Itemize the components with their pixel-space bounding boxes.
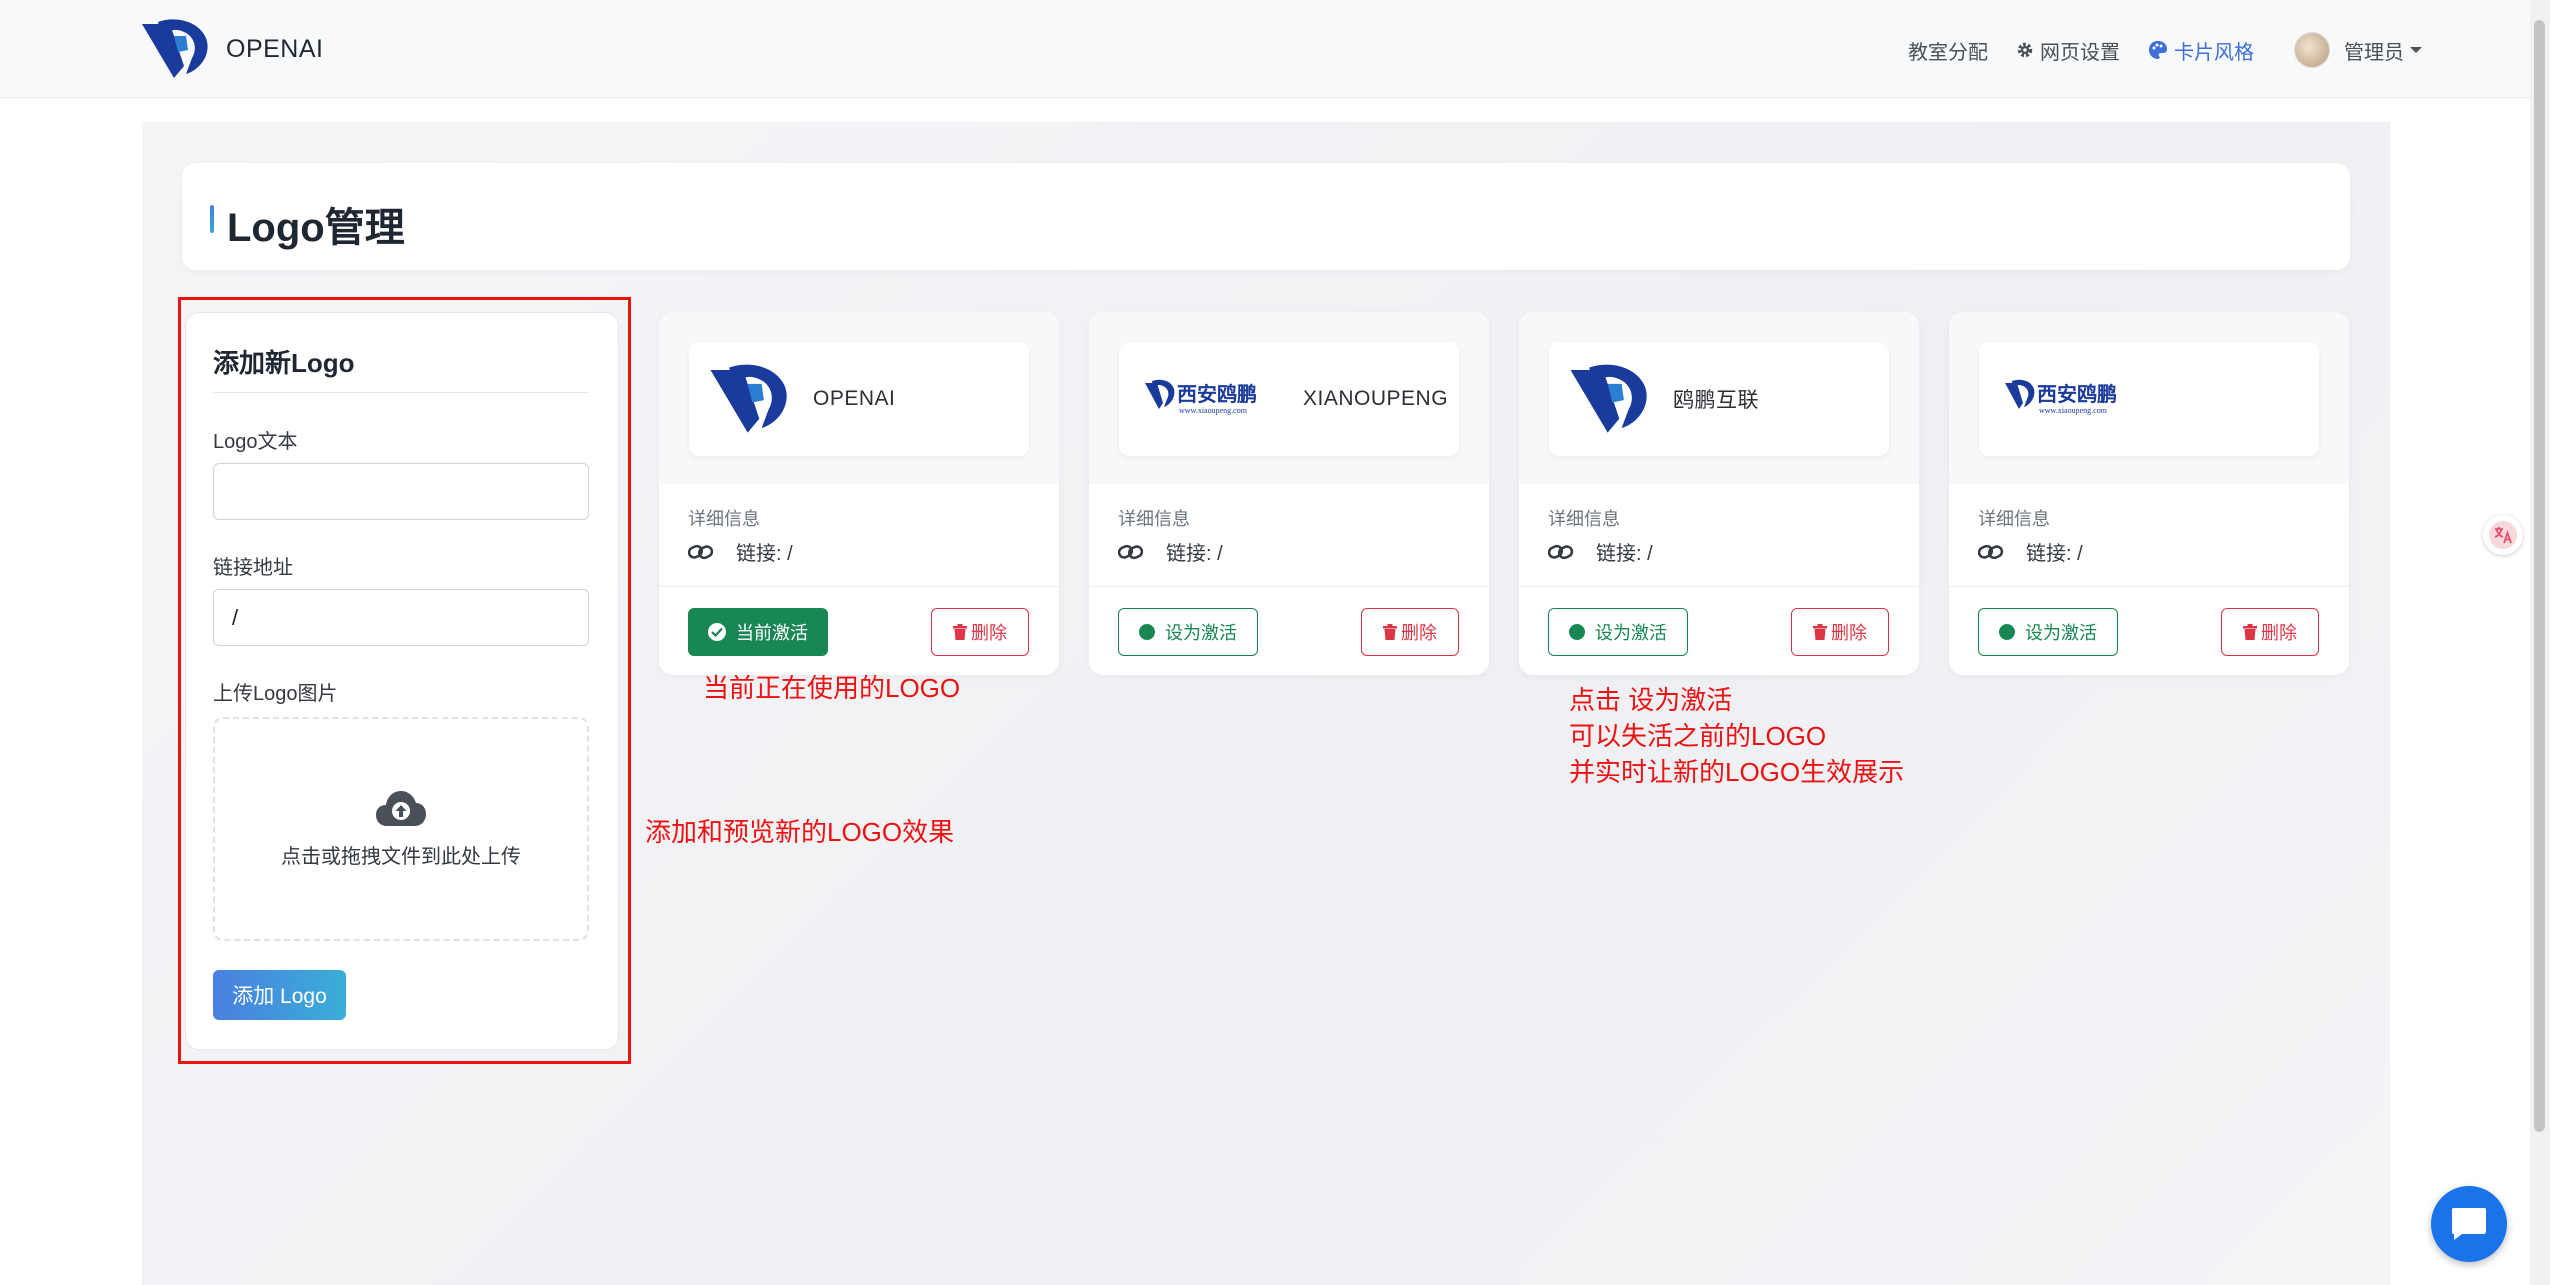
set-active-button[interactable]: 设为激活: [1978, 608, 2118, 656]
nav-card-style[interactable]: 卡片风格: [2148, 36, 2254, 65]
brand-logo-icon: [142, 19, 208, 78]
link-row: 链接: /: [1548, 537, 1653, 566]
set-active-button[interactable]: 设为激活: [1118, 608, 1258, 656]
gear-icon: [2016, 41, 2034, 59]
logo-card: 西安鸥鹏 www.xiaoupeng.com XIANOUPENG 详细信息 链…: [1089, 312, 1489, 675]
divider: [1089, 586, 1489, 587]
circle-icon: [1999, 624, 2015, 640]
user-name: 管理员: [2344, 41, 2404, 64]
detail-label: 详细信息: [1548, 509, 1620, 529]
trash-icon: [1383, 624, 1397, 640]
delete-button[interactable]: 删除: [931, 608, 1029, 656]
xian-oupeng-logo-icon: 西安鸥鹏 www.xiaoupeng.com: [2005, 379, 2117, 415]
link-row: 链接: /: [688, 537, 793, 566]
trash-icon: [1813, 624, 1827, 640]
scrollbar[interactable]: [2530, 0, 2550, 1285]
palette-icon: [2148, 40, 2168, 60]
logo-card: 西安鸥鹏 www.xiaoupeng.com 详细信息 链接: / 设为激活 删…: [1949, 312, 2349, 675]
link-icon: [1118, 544, 1144, 560]
divider: [1949, 586, 2349, 587]
nav-settings[interactable]: 网页设置: [2016, 36, 2120, 65]
nav-settings-label: 网页设置: [2040, 41, 2120, 64]
link-icon: [1978, 544, 2004, 560]
delete-button[interactable]: 删除: [1791, 608, 1889, 656]
title-accent-bar: [210, 205, 214, 233]
top-navbar: OPENAI 教室分配 网页设置 卡片风格 管理员: [0, 0, 2530, 98]
logo-preview: 西安鸥鹏 www.xiaoupeng.com XIANOUPENG: [1119, 342, 1459, 456]
set-active-label: 设为激活: [1165, 623, 1237, 643]
annotation-frame: [178, 297, 631, 1064]
nav-links: 教室分配 网页设置 卡片风格 管理员: [1880, 28, 2422, 72]
delete-button[interactable]: 删除: [2221, 608, 2319, 656]
delete-button[interactable]: 删除: [1361, 608, 1459, 656]
caret-down-icon: [2410, 47, 2422, 53]
link-icon: [688, 544, 714, 560]
delete-label: 删除: [1401, 623, 1437, 643]
trash-icon: [953, 624, 967, 640]
logo-emblem-icon: [710, 364, 787, 433]
logo-preview-text: OPENAI: [813, 387, 896, 410]
link-text: 链接: /: [2026, 543, 2083, 565]
xian-oupeng-logo-url: www.xiaoupeng.com: [1179, 406, 1248, 415]
annotation-activate: 点击 设为激活 可以失活之前的LOGO 并实时让新的LOGO生效展示: [1569, 682, 1904, 790]
delete-label: 删除: [1831, 623, 1867, 643]
brand[interactable]: OPENAI: [140, 18, 323, 80]
link-row: 链接: /: [1978, 537, 2083, 566]
set-active-button[interactable]: 设为激活: [1548, 608, 1688, 656]
circle-icon: [1569, 624, 1585, 640]
logo-card: OPENAI 详细信息 链接: / 当前激活 删除: [659, 312, 1059, 675]
logo-preview: 西安鸥鹏 www.xiaoupeng.com: [1979, 342, 2319, 456]
active-status-label: 当前激活: [736, 623, 808, 643]
page-header-card: Logo管理: [182, 163, 2350, 270]
active-status-button[interactable]: 当前激活: [688, 608, 828, 656]
annotation-activate-line-3: 并实时让新的LOGO生效展示: [1569, 757, 1905, 787]
logo-card-header: OPENAI: [659, 312, 1059, 484]
nav-classroom-label: 教室分配: [1908, 41, 1988, 64]
link-row: 链接: /: [1118, 537, 1223, 566]
xian-oupeng-logo-icon: 西安鸥鹏 www.xiaoupeng.com: [1145, 379, 1257, 415]
logo-card-header: 西安鸥鹏 www.xiaoupeng.com XIANOUPENG: [1089, 312, 1489, 484]
nav-card-style-label: 卡片风格: [2174, 41, 2254, 64]
link-text: 链接: /: [1166, 543, 1223, 565]
check-circle-icon: [708, 623, 726, 641]
detail-label: 详细信息: [1978, 509, 2050, 529]
chat-bubble-icon: [2452, 1208, 2486, 1240]
brand-text: OPENAI: [226, 34, 324, 63]
nav-classroom[interactable]: 教室分配: [1908, 36, 1988, 65]
page-title: Logo管理: [227, 206, 405, 250]
trash-icon: [2243, 624, 2257, 640]
user-menu[interactable]: 管理员: [2294, 32, 2422, 68]
xian-oupeng-logo-url: www.xiaoupeng.com: [2039, 406, 2108, 415]
delete-label: 删除: [2261, 623, 2297, 643]
divider: [1519, 586, 1919, 587]
translate-icon[interactable]: [2483, 515, 2523, 555]
delete-label: 删除: [971, 623, 1007, 643]
divider: [659, 586, 1059, 587]
annotation-activate-line-1: 点击 设为激活: [1569, 685, 1733, 715]
link-icon: [1548, 544, 1574, 560]
circle-icon: [1139, 624, 1155, 640]
logo-emblem-icon: [1570, 364, 1647, 433]
logo-card-header: 鸥鹏互联: [1519, 312, 1919, 484]
detail-label: 详细信息: [688, 509, 760, 529]
logo-preview-text: XIANOUPENG: [1303, 387, 1449, 410]
xian-oupeng-logo-text: 西安鸥鹏: [2037, 382, 2117, 406]
set-active-label: 设为激活: [1595, 623, 1667, 643]
chat-button[interactable]: [2431, 1186, 2507, 1262]
logo-preview: OPENAI: [689, 342, 1029, 456]
annotation-activate-line-2: 可以失活之前的LOGO: [1569, 721, 1827, 751]
link-text: 链接: /: [1596, 543, 1653, 565]
avatar: [2294, 32, 2330, 68]
link-text: 链接: /: [736, 543, 793, 565]
set-active-label: 设为激活: [2025, 623, 2097, 643]
annotation-add-preview: 添加和预览新的LOGO效果: [645, 817, 955, 847]
logo-card: 鸥鹏互联 详细信息 链接: / 设为激活 删除: [1519, 312, 1919, 675]
xian-oupeng-logo-text: 西安鸥鹏: [1177, 382, 1257, 406]
detail-label: 详细信息: [1118, 509, 1190, 529]
logo-preview: 鸥鹏互联: [1549, 342, 1889, 456]
logo-card-header: 西安鸥鹏 www.xiaoupeng.com: [1949, 312, 2349, 484]
scrollbar-thumb[interactable]: [2534, 20, 2545, 1132]
logo-preview-text: 鸥鹏互联: [1673, 389, 1759, 412]
annotation-current: 当前正在使用的LOGO: [703, 673, 961, 703]
